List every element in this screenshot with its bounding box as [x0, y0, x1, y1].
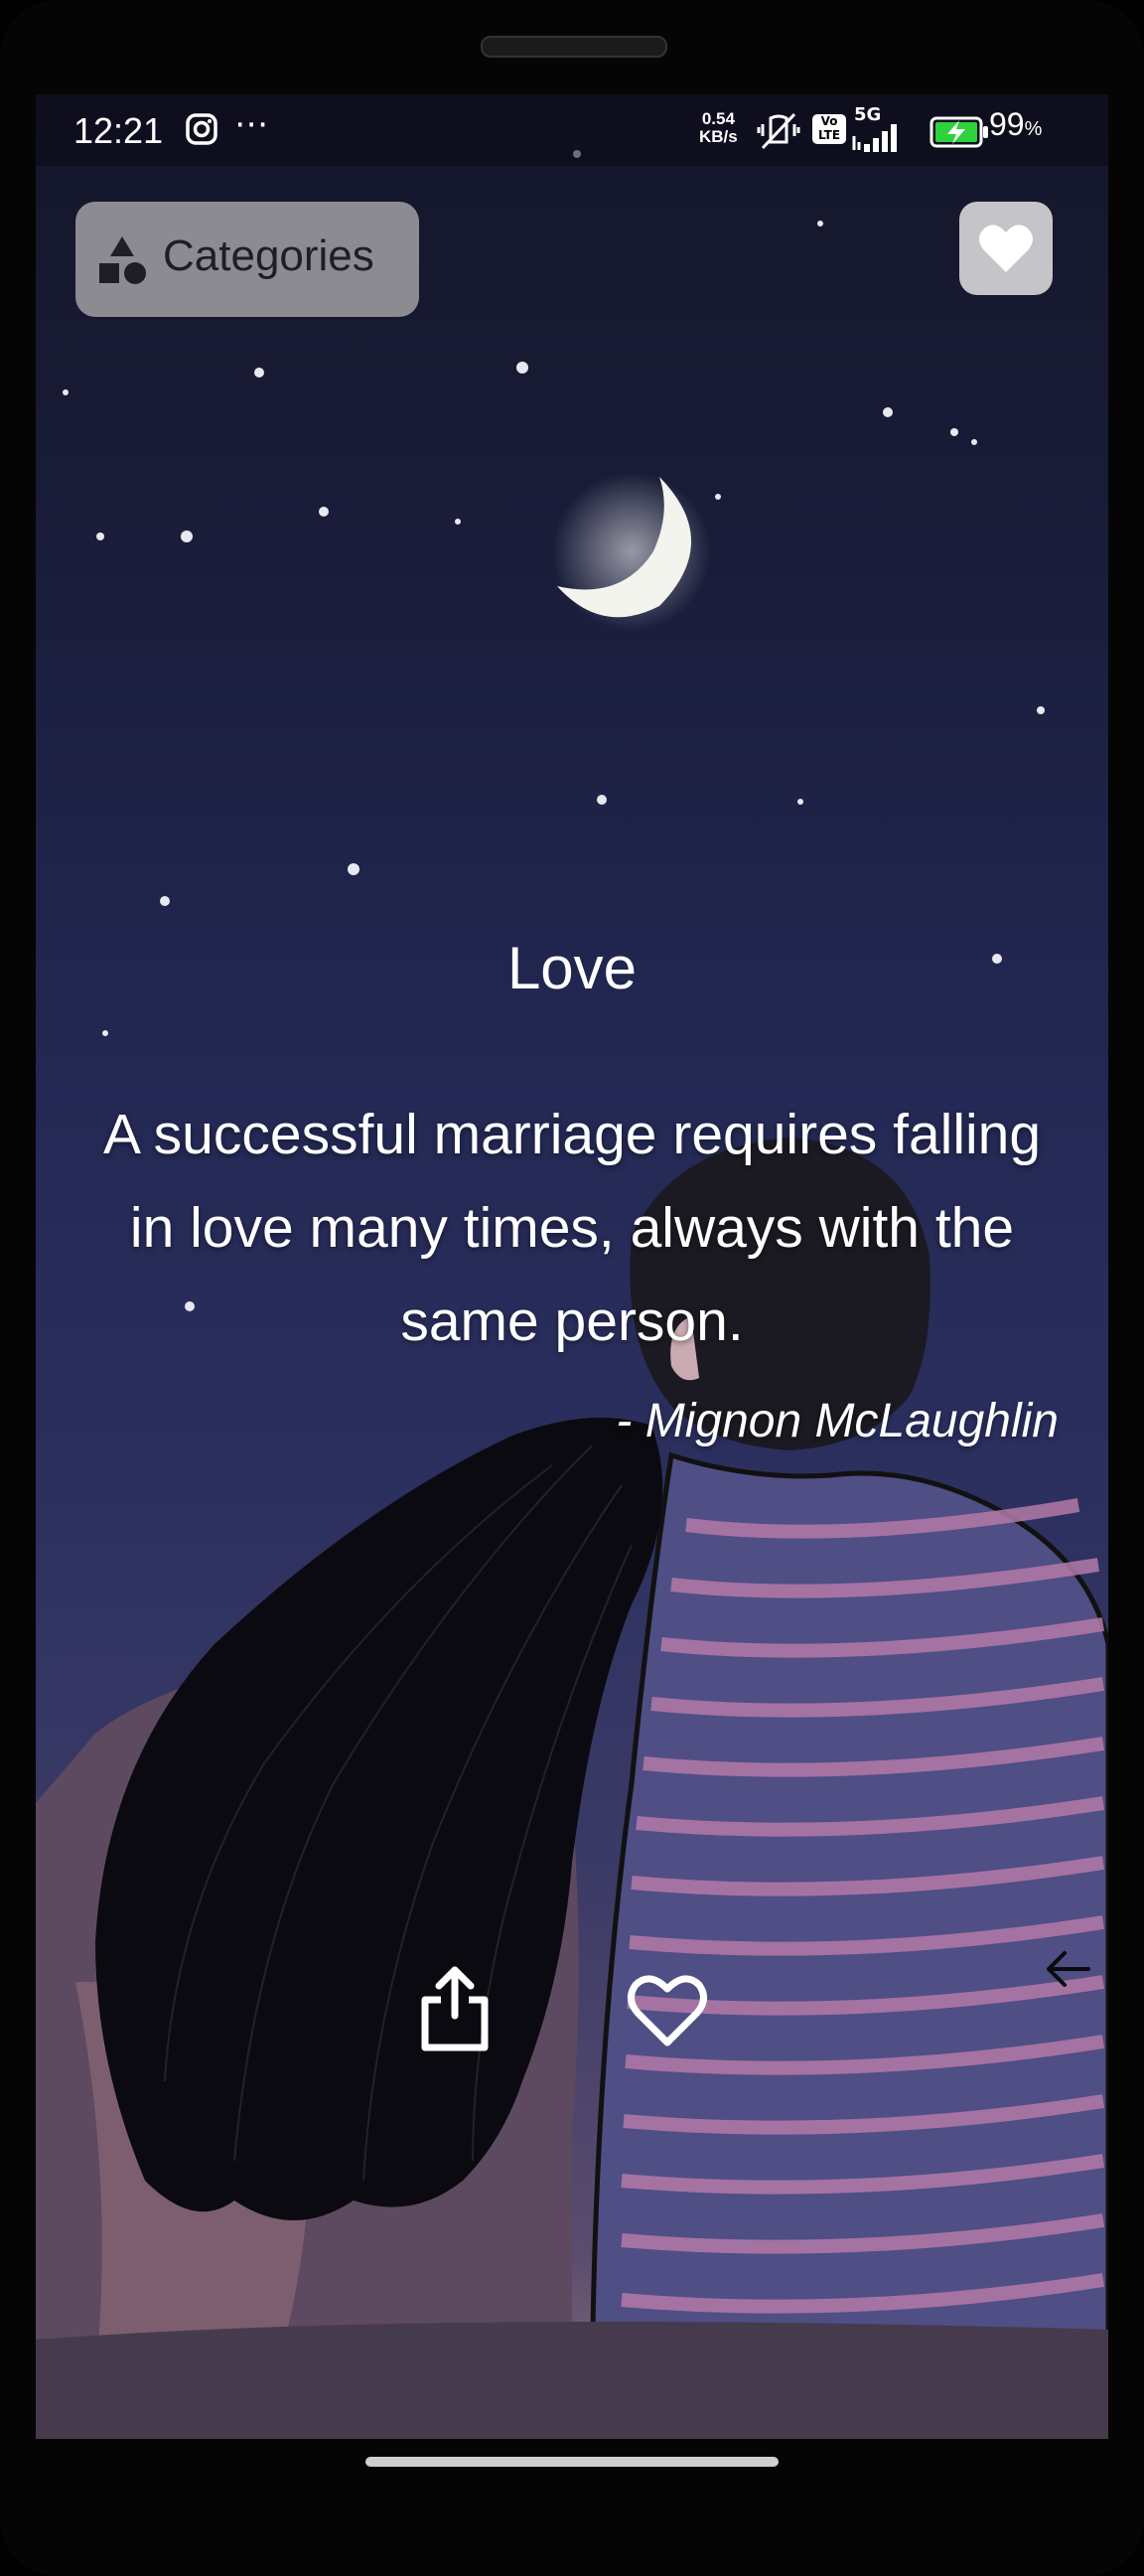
home-indicator[interactable]: [365, 2457, 779, 2467]
favorites-button[interactable]: [959, 202, 1053, 295]
network-speed-value: 0.54: [701, 109, 735, 128]
app-screen: 12:21 ⋯ 0.54 KB/s Vo LTE 5G 99% Categori…: [36, 94, 1108, 2439]
signal-icon: [852, 124, 897, 152]
volte-icon: Vo LTE: [812, 114, 846, 144]
device-frame: 12:21 ⋯ 0.54 KB/s Vo LTE 5G 99% Categori…: [0, 0, 1144, 2576]
status-bar: 12:21 ⋯ 0.54 KB/s Vo LTE 5G 99%: [36, 94, 1108, 166]
instagram-icon: [186, 113, 217, 145]
quote-text: A successful marriage requires falling i…: [102, 1103, 1042, 1353]
quote-author: - Mignon McLaughlin: [616, 1395, 1059, 1447]
shapes-icon: [99, 236, 146, 284]
battery-value: 99: [989, 106, 1025, 142]
network-speed-unit: KB/s: [699, 127, 738, 146]
arrow-left-icon[interactable]: [1043, 1944, 1092, 1994]
battery-charging-icon: [930, 116, 988, 148]
vibrate-off-icon: [757, 112, 800, 150]
categories-button[interactable]: Categories: [75, 202, 419, 317]
status-time: 12:21: [73, 110, 164, 151]
categories-label: Categories: [163, 231, 374, 280]
heart-outline-icon[interactable]: [626, 1967, 709, 2050]
quote-category: Love: [506, 935, 638, 1001]
more-notifications-icon: ⋯: [234, 104, 270, 144]
network-speed: 0.54 KB/s: [699, 110, 738, 146]
battery-unit: %: [1024, 118, 1043, 140]
battery-percent: 99%: [989, 106, 1042, 143]
device-speaker: [481, 36, 667, 58]
share-icon[interactable]: [415, 1964, 495, 2053]
heart-filled-icon: [979, 225, 1033, 272]
